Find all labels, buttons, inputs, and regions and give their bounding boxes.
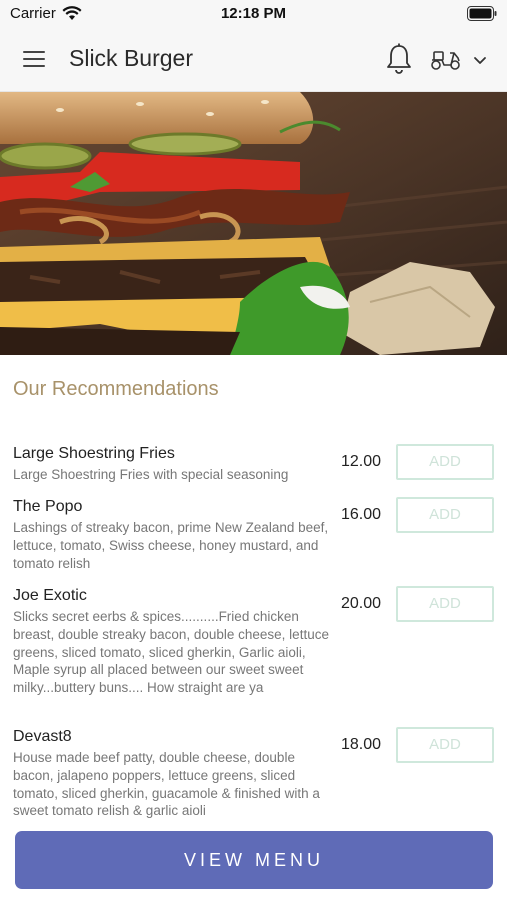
item-price: 20.00 xyxy=(341,595,382,612)
item-price: 16.00 xyxy=(341,506,382,523)
add-button[interactable]: ADD xyxy=(396,497,494,533)
item-price: 12.00 xyxy=(341,453,382,470)
add-button[interactable]: ADD xyxy=(396,586,494,622)
chevron-down-icon[interactable] xyxy=(470,50,490,70)
recommendations-list: Large Shoestring Fries Large Shoestring … xyxy=(0,444,507,827)
list-item: Joe Exotic Slicks secret eerbs & spices.… xyxy=(0,586,507,727)
item-description: Slicks secret eerbs & spices..........Fr… xyxy=(13,609,329,696)
item-price: 18.00 xyxy=(341,736,382,753)
bell-icon[interactable] xyxy=(383,42,415,76)
section-title: Our Recommendations xyxy=(13,378,219,400)
list-item: Large Shoestring Fries Large Shoestring … xyxy=(0,444,507,497)
status-time: 12:18 PM xyxy=(220,5,287,22)
burger-illustration xyxy=(0,92,507,355)
add-button[interactable]: ADD xyxy=(396,444,494,480)
battery-icon xyxy=(467,6,497,21)
item-description: House made beef patty, double cheese, do… xyxy=(13,750,320,819)
page-title: Slick Burger xyxy=(69,45,193,71)
list-item: The Popo Lashings of streaky bacon, prim… xyxy=(0,497,507,586)
add-button[interactable]: ADD xyxy=(396,727,494,763)
item-description: Large Shoestring Fries with special seas… xyxy=(13,467,289,482)
scooter-icon[interactable] xyxy=(428,44,464,74)
menu-icon[interactable] xyxy=(20,48,50,72)
hero-burger-image xyxy=(0,92,507,355)
item-description: Lashings of streaky bacon, prime New Zea… xyxy=(13,520,329,571)
app-header: Slick Burger xyxy=(0,28,507,92)
status-bar: Carrier 12:18 PM xyxy=(0,0,507,28)
list-item: Devast8 House made beef patty, double ch… xyxy=(0,727,507,827)
view-menu-button[interactable]: VIEW MENU xyxy=(15,831,493,889)
